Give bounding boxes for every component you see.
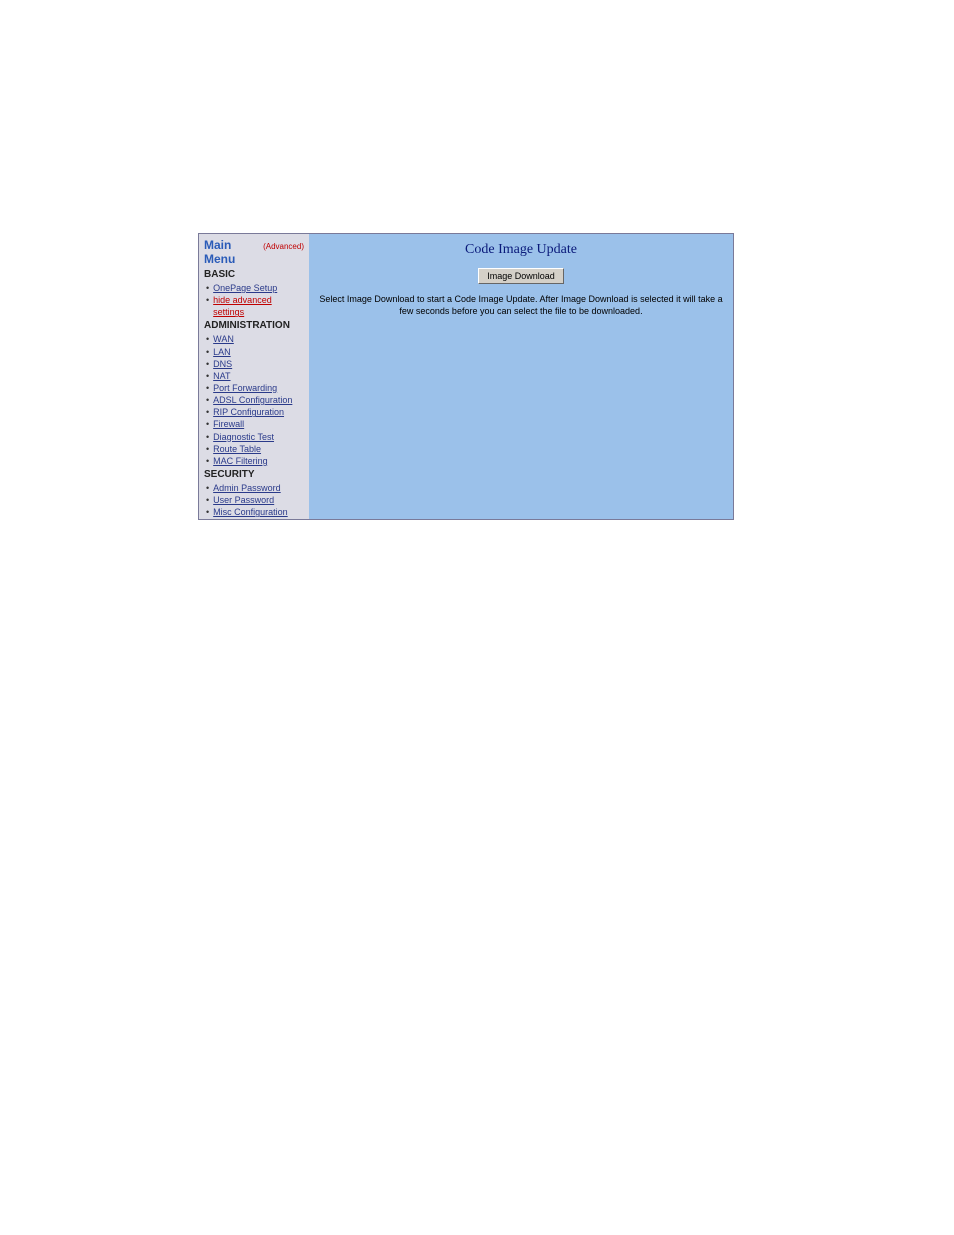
content-pane: Code Image Update Image Download Select … <box>309 234 733 519</box>
nav-item-diagnostic[interactable]: • Diagnostic Test <box>204 431 304 443</box>
nav-link-route-table[interactable]: Route Table <box>213 443 261 455</box>
nav-item-dns[interactable]: • DNS <box>204 358 304 370</box>
nav-link-diagnostic[interactable]: Diagnostic Test <box>213 431 274 443</box>
help-text: Select Image Download to start a Code Im… <box>319 294 723 317</box>
bullet-icon: • <box>206 382 209 394</box>
nav-item-onepage-setup[interactable]: • OnePage Setup <box>204 282 304 294</box>
advanced-label: (Advanced) <box>263 242 304 251</box>
nav-link-misc-config[interactable]: Misc Configuration <box>213 506 288 518</box>
bullet-icon: • <box>206 394 209 406</box>
nav-link-system-log[interactable]: System Log <box>213 518 261 519</box>
bullet-icon: • <box>206 494 209 506</box>
bullet-icon: • <box>206 431 209 443</box>
nav-link-wan[interactable]: WAN <box>213 333 234 345</box>
bullet-icon: • <box>206 443 209 455</box>
bullet-icon: • <box>206 346 209 358</box>
nav-item-route-table[interactable]: • Route Table <box>204 443 304 455</box>
nav-item-mac-filtering[interactable]: • MAC Filtering <box>204 455 304 467</box>
nav-item-firewall[interactable]: • Firewall <box>204 418 304 430</box>
nav-item-nat[interactable]: • NAT <box>204 370 304 382</box>
nav-item-misc-config[interactable]: • Misc Configuration <box>204 506 304 518</box>
main-menu-title: Main Menu <box>204 238 253 266</box>
image-download-button[interactable]: Image Download <box>478 268 564 284</box>
nav-item-admin-password[interactable]: • Admin Password <box>204 482 304 494</box>
bullet-icon: • <box>206 294 209 306</box>
section-heading-basic: BASIC <box>204 269 304 280</box>
nav-item-lan[interactable]: • LAN <box>204 346 304 358</box>
nav-link-nat[interactable]: NAT <box>213 370 230 382</box>
nav-link-mac-filtering[interactable]: MAC Filtering <box>213 455 268 467</box>
nav-item-hide-advanced[interactable]: • hide advanced settings <box>204 294 304 318</box>
nav-item-user-password[interactable]: • User Password <box>204 494 304 506</box>
nav-link-onepage-setup[interactable]: OnePage Setup <box>213 282 277 294</box>
nav-link-hide-advanced[interactable]: hide advanced settings <box>213 294 304 318</box>
nav-link-adsl-config[interactable]: ADSL Configuration <box>213 394 292 406</box>
nav-item-system-log[interactable]: • System Log <box>204 518 304 519</box>
bullet-icon: • <box>206 455 209 467</box>
bullet-icon: • <box>206 406 209 418</box>
nav-list-basic: • OnePage Setup • hide advanced settings <box>204 282 304 318</box>
bullet-icon: • <box>206 518 209 519</box>
bullet-icon: • <box>206 418 209 430</box>
nav-link-lan[interactable]: LAN <box>213 346 231 358</box>
bullet-icon: • <box>206 482 209 494</box>
nav-link-user-password[interactable]: User Password <box>213 494 274 506</box>
nav-link-firewall[interactable]: Firewall <box>213 418 244 430</box>
nav-list-administration: • WAN • LAN • DNS • NAT • Port Forwarding • AD… <box>204 333 304 467</box>
nav-item-port-forwarding[interactable]: • Port Forwarding <box>204 382 304 394</box>
nav-link-rip-config[interactable]: RIP Configuration <box>213 406 284 418</box>
main-menu-header: Main Menu (Advanced) <box>204 238 304 266</box>
nav-list-security: • Admin Password • User Password • Misc Con… <box>204 482 304 519</box>
nav-item-rip-config[interactable]: • RIP Configuration <box>204 406 304 418</box>
section-heading-security: SECURITY <box>204 469 304 480</box>
bullet-icon: • <box>206 506 209 518</box>
app-window: Main Menu (Advanced) BASIC • OnePage Set… <box>198 233 734 520</box>
nav-item-adsl-config[interactable]: • ADSL Configuration <box>204 394 304 406</box>
page-title: Code Image Update <box>319 242 723 258</box>
nav-link-admin-password[interactable]: Admin Password <box>213 482 281 494</box>
section-heading-administration: ADMINISTRATION <box>204 320 304 331</box>
sidebar[interactable]: Main Menu (Advanced) BASIC • OnePage Set… <box>199 234 309 519</box>
nav-item-wan[interactable]: • WAN <box>204 333 304 345</box>
bullet-icon: • <box>206 282 209 294</box>
nav-link-port-forwarding[interactable]: Port Forwarding <box>213 382 277 394</box>
bullet-icon: • <box>206 358 209 370</box>
bullet-icon: • <box>206 333 209 345</box>
bullet-icon: • <box>206 370 209 382</box>
nav-link-dns[interactable]: DNS <box>213 358 232 370</box>
